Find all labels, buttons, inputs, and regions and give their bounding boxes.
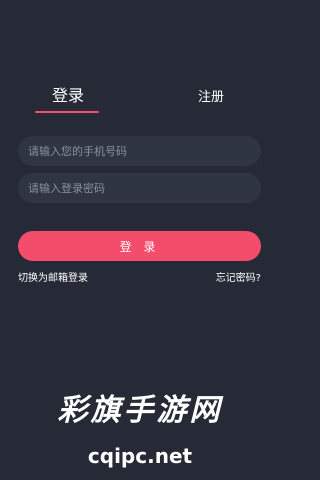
phone-input[interactable] <box>18 136 261 166</box>
forgot-password-link[interactable]: 忘记密码? <box>216 272 261 286</box>
tab-login[interactable]: 登录 <box>52 86 84 106</box>
active-tab-indicator <box>35 111 99 113</box>
login-button[interactable]: 登 录 <box>18 231 261 261</box>
tab-register[interactable]: 注册 <box>198 88 224 108</box>
switch-to-email-login-link[interactable]: 切换为邮箱登录 <box>18 272 88 286</box>
auth-tabs: 登录 注册 <box>0 78 280 118</box>
watermark-title: 彩旗手游网 <box>57 393 223 428</box>
login-screen: 登录 注册 登 录 切换为邮箱登录 忘记密码? 彩旗手游网 cqipc.net <box>0 0 280 480</box>
password-input[interactable] <box>18 173 261 203</box>
watermark-url: cqipc.net <box>87 444 193 468</box>
